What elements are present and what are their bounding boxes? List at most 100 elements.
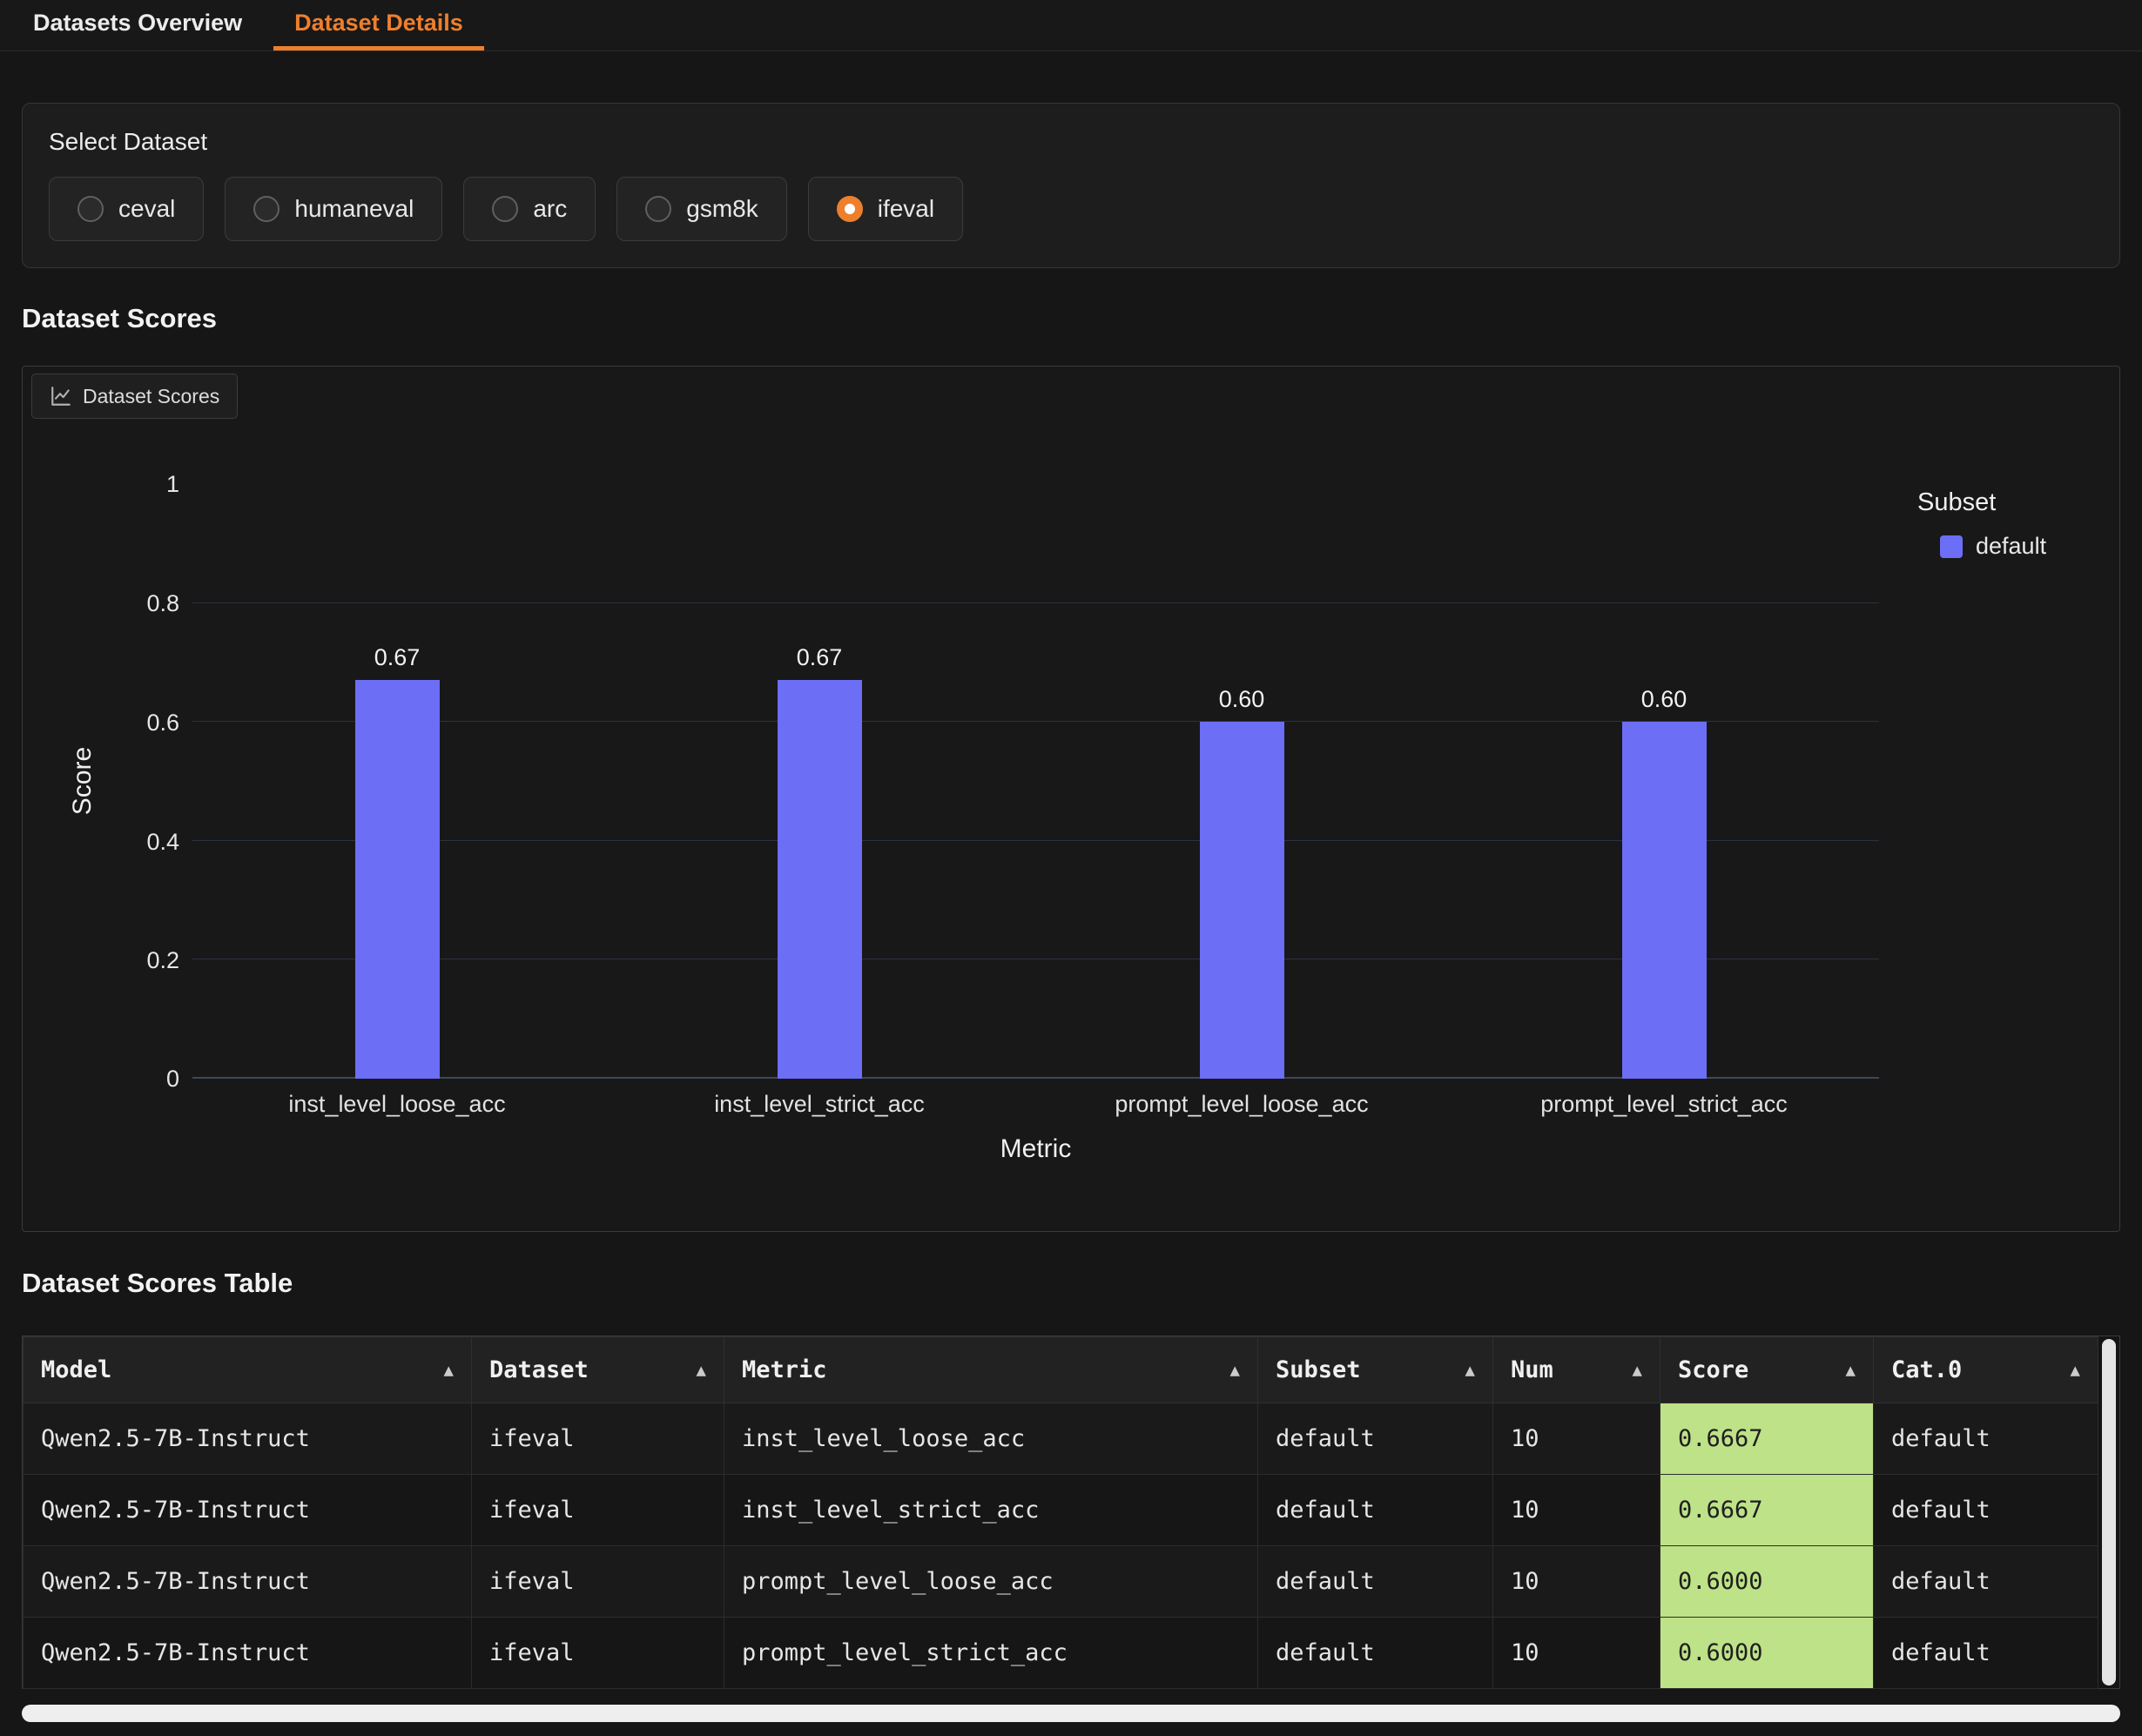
bar-value-label: 0.67 — [374, 644, 421, 671]
cell-subset: default — [1258, 1403, 1493, 1475]
legend-swatch-icon — [1940, 535, 1963, 558]
bar-prompt-level-loose-acc — [1200, 722, 1284, 1079]
cell-dataset: ifeval — [472, 1475, 724, 1546]
radio-label: gsm8k — [686, 195, 758, 223]
dataset-scores-heading: Dataset Scores — [22, 303, 217, 334]
chart-legend: Subset default — [1917, 488, 2046, 560]
sort-icon[interactable]: ▲ — [2071, 1361, 2080, 1380]
x-category-label: inst_level_strict_acc — [637, 1091, 1002, 1118]
radio-option-gsm8k[interactable]: gsm8k — [616, 177, 786, 241]
cell-metric: prompt_level_loose_acc — [724, 1546, 1258, 1618]
radio-selected-icon — [837, 196, 863, 222]
radio-label: ifeval — [878, 195, 934, 223]
chart-tab-dataset-scores[interactable]: Dataset Scores — [31, 373, 238, 419]
bar-inst-level-strict-acc — [778, 680, 862, 1079]
bar-group: 0.60 — [1172, 484, 1311, 1079]
cell-score: 0.6000 — [1660, 1546, 1874, 1618]
column-label: Dataset — [489, 1356, 589, 1383]
column-label: Num — [1511, 1356, 1553, 1383]
column-label: Cat.0 — [1891, 1356, 1962, 1383]
cell-subset: default — [1258, 1546, 1493, 1618]
sort-icon[interactable]: ▲ — [1846, 1361, 1856, 1380]
y-tick-label: 0.4 — [110, 826, 179, 858]
vertical-scrollbar[interactable] — [2098, 1336, 2119, 1688]
bar-group: 0.67 — [750, 484, 889, 1079]
sort-icon[interactable]: ▲ — [1465, 1361, 1475, 1380]
cell-cat0: default — [1874, 1403, 2098, 1475]
cell-num: 10 — [1493, 1475, 1660, 1546]
cell-model: Qwen2.5-7B-Instruct — [24, 1546, 472, 1618]
column-label: Metric — [742, 1356, 827, 1383]
table-row: Qwen2.5-7B-Instruct ifeval inst_level_lo… — [24, 1403, 2098, 1475]
sort-icon[interactable]: ▲ — [1633, 1361, 1642, 1380]
bar-value-label: 0.67 — [797, 644, 843, 671]
chart-panel: Dataset Scores 1 0.8 0.6 0.4 0.2 0 Score… — [22, 366, 2120, 1232]
cell-metric: inst_level_loose_acc — [724, 1403, 1258, 1475]
bar-group: 0.67 — [327, 484, 467, 1079]
sort-icon[interactable]: ▲ — [697, 1361, 706, 1380]
radio-icon — [77, 196, 104, 222]
table-row: Qwen2.5-7B-Instruct ifeval prompt_level_… — [24, 1618, 2098, 1689]
cell-score: 0.6667 — [1660, 1475, 1874, 1546]
cell-dataset: ifeval — [472, 1546, 724, 1618]
scores-table: Model ▲ Dataset ▲ Metric ▲ Subset▲ Num ▲ Sco… — [22, 1336, 2120, 1689]
plot-area: 0.67 0.67 0.60 0.60 — [192, 484, 1879, 1079]
cell-cat0: default — [1874, 1475, 2098, 1546]
radio-option-arc[interactable]: arc — [463, 177, 596, 241]
radio-icon — [645, 196, 671, 222]
dataset-radio-group: ceval humaneval arc gsm8k ifeval — [49, 177, 2093, 241]
cell-num: 10 — [1493, 1403, 1660, 1475]
x-category-label: inst_level_loose_acc — [214, 1091, 580, 1118]
tab-bar: Datasets Overview Dataset Details — [0, 0, 2142, 51]
y-axis-title: Score — [68, 716, 99, 846]
bar-value-label: 0.60 — [1641, 686, 1687, 713]
table-row: Qwen2.5-7B-Instruct ifeval inst_level_st… — [24, 1475, 2098, 1546]
radio-icon — [492, 196, 518, 222]
radio-option-ifeval[interactable]: ifeval — [808, 177, 963, 241]
y-tick-label: 0.6 — [110, 707, 179, 738]
cell-subset: default — [1258, 1618, 1493, 1689]
column-header-num[interactable]: Num ▲ — [1493, 1337, 1660, 1403]
cell-model: Qwen2.5-7B-Instruct — [24, 1618, 472, 1689]
select-dataset-panel: Select Dataset ceval humaneval arc gsm8k… — [22, 103, 2120, 268]
legend-entry-label: default — [1976, 533, 2046, 560]
x-category-label: prompt_level_loose_acc — [1059, 1091, 1425, 1118]
cell-model: Qwen2.5-7B-Instruct — [24, 1403, 472, 1475]
sort-icon[interactable]: ▲ — [444, 1361, 454, 1380]
table-row: Qwen2.5-7B-Instruct ifeval prompt_level_… — [24, 1546, 2098, 1618]
tab-datasets-overview[interactable]: Datasets Overview — [12, 0, 263, 50]
column-header-cat0[interactable]: Cat.0 ▲ — [1874, 1337, 2098, 1403]
vertical-scrollbar-thumb[interactable] — [2102, 1339, 2116, 1686]
radio-option-ceval[interactable]: ceval — [49, 177, 204, 241]
x-axis-title: Metric — [192, 1134, 1879, 1164]
bar-group: 0.60 — [1594, 484, 1734, 1079]
y-tick-label: 0 — [110, 1063, 179, 1094]
radio-option-humaneval[interactable]: humaneval — [225, 177, 442, 241]
cell-subset: default — [1258, 1475, 1493, 1546]
column-header-metric[interactable]: Metric ▲ — [724, 1337, 1258, 1403]
bar-value-label: 0.60 — [1219, 686, 1265, 713]
cell-score: 0.6000 — [1660, 1618, 1874, 1689]
radio-icon — [253, 196, 280, 222]
radio-label: ceval — [118, 195, 175, 223]
column-header-dataset[interactable]: Dataset ▲ — [472, 1337, 724, 1403]
column-header-subset[interactable]: Subset▲ — [1258, 1337, 1493, 1403]
cell-model: Qwen2.5-7B-Instruct — [24, 1475, 472, 1546]
column-header-model[interactable]: Model ▲ — [24, 1337, 472, 1403]
cell-score: 0.6667 — [1660, 1403, 1874, 1475]
cell-metric: prompt_level_strict_acc — [724, 1618, 1258, 1689]
sort-icon[interactable]: ▲ — [1230, 1361, 1240, 1380]
radio-label: humaneval — [294, 195, 414, 223]
tab-dataset-details[interactable]: Dataset Details — [273, 0, 484, 50]
table-header-row: Model ▲ Dataset ▲ Metric ▲ Subset▲ Num ▲ Sco… — [24, 1337, 2098, 1403]
horizontal-scrollbar[interactable] — [22, 1705, 2120, 1722]
cell-num: 10 — [1493, 1546, 1660, 1618]
column-label: Model — [41, 1356, 111, 1383]
radio-label: arc — [533, 195, 567, 223]
y-tick-label: 0.2 — [110, 945, 179, 976]
column-label: Score — [1678, 1356, 1748, 1383]
cell-metric: inst_level_strict_acc — [724, 1475, 1258, 1546]
bar-prompt-level-strict-acc — [1622, 722, 1707, 1079]
legend-entry-default[interactable]: default — [1940, 533, 2046, 560]
column-header-score[interactable]: Score ▲ — [1660, 1337, 1874, 1403]
